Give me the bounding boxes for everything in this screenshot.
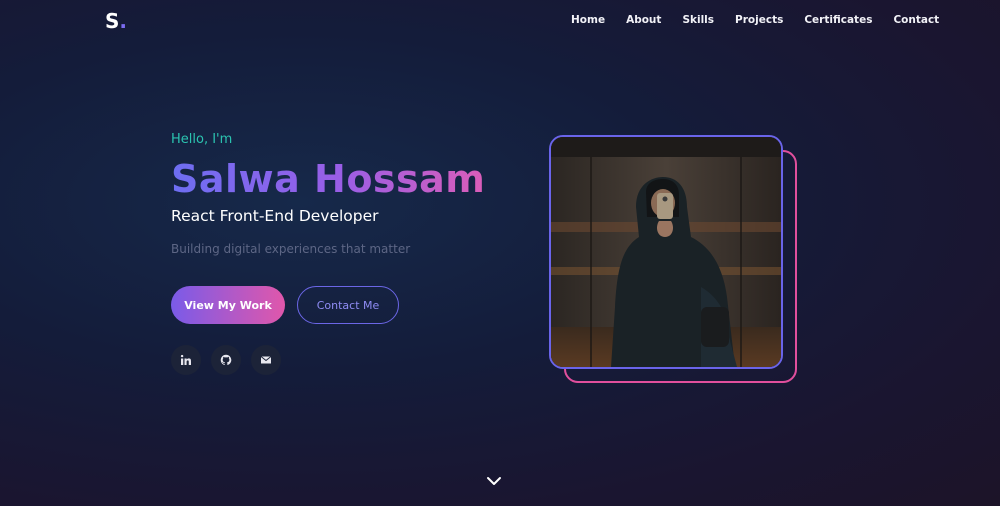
logo-letter: S — [105, 9, 120, 33]
site-logo[interactable]: S. — [105, 9, 127, 33]
envelope-icon — [260, 356, 272, 364]
github-icon — [220, 354, 232, 366]
profile-photo-container — [549, 135, 797, 383]
hero-tagline: Building digital experiences that matter — [171, 242, 411, 256]
email-link[interactable] — [251, 345, 281, 375]
nav-link-about[interactable]: About — [626, 14, 661, 26]
hero-text: Hello, I'm Salwa Hossam React Front-End … — [171, 132, 511, 256]
nav-link-contact[interactable]: Contact — [893, 14, 939, 26]
hero-role: React Front-End Developer — [171, 207, 379, 225]
view-my-work-button[interactable]: View My Work — [171, 286, 285, 324]
nav-link-skills[interactable]: Skills — [682, 14, 714, 26]
linkedin-icon — [180, 354, 191, 365]
hero-buttons: View My Work Contact Me — [171, 286, 399, 324]
linkedin-link[interactable] — [171, 345, 201, 375]
top-navbar: S. Home About Skills Projects Certificat… — [0, 0, 1000, 40]
hero-name: Salwa Hossam — [171, 155, 511, 203]
profile-photo — [549, 135, 783, 369]
nav-link-projects[interactable]: Projects — [735, 14, 783, 26]
profile-photo-image — [551, 137, 781, 367]
nav-links: Home About Skills Projects Certificates … — [571, 14, 960, 26]
nav-link-home[interactable]: Home — [571, 14, 605, 26]
chevron-down-icon — [487, 477, 501, 485]
github-link[interactable] — [211, 345, 241, 375]
nav-link-certificates[interactable]: Certificates — [804, 14, 872, 26]
logo-dot: . — [119, 9, 128, 33]
social-links — [171, 345, 281, 375]
scroll-down-button[interactable] — [485, 474, 503, 488]
contact-me-button[interactable]: Contact Me — [297, 286, 399, 324]
hero-greeting: Hello, I'm — [171, 132, 233, 147]
